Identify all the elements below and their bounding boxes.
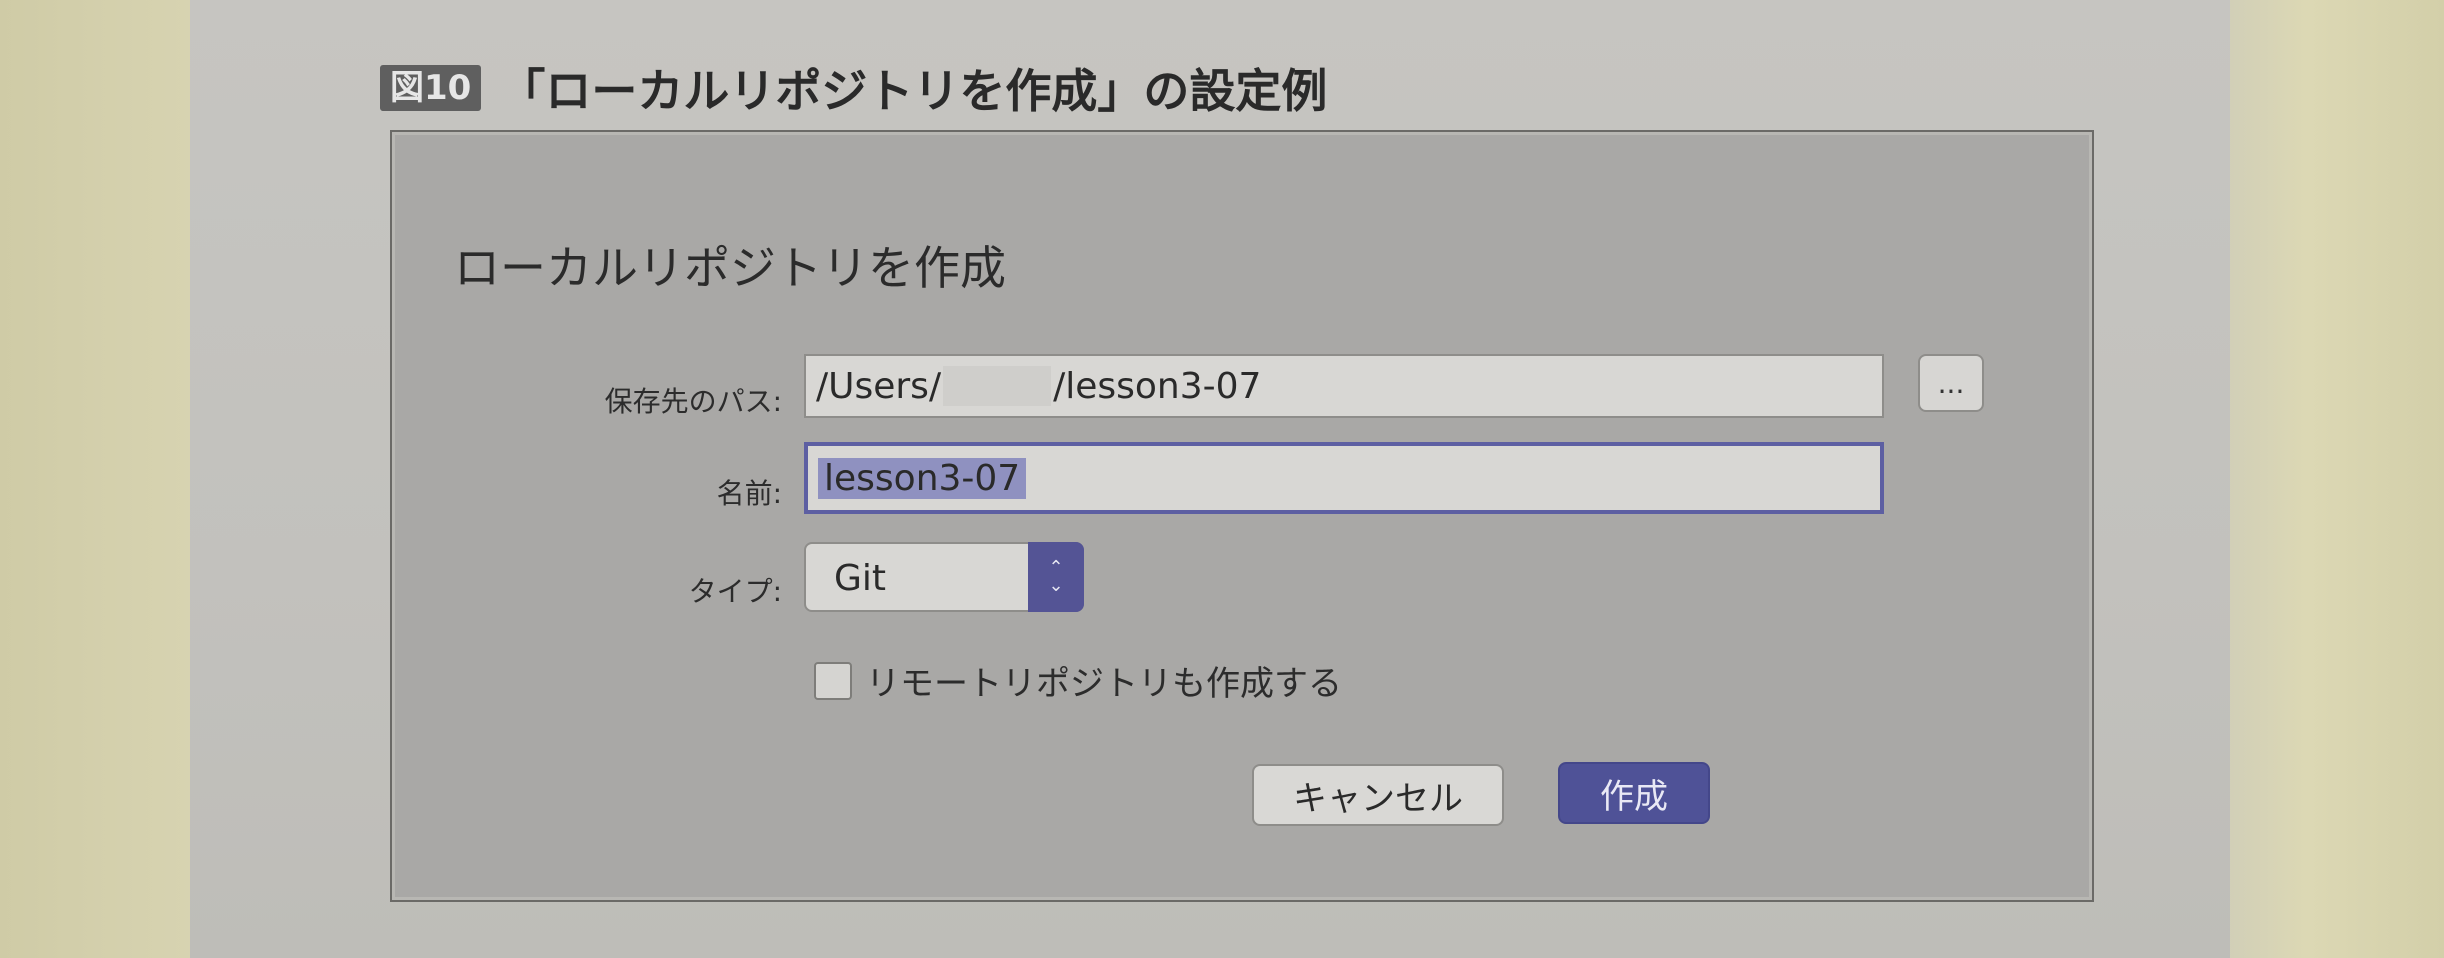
path-value-suffix: /lesson3-07	[1053, 365, 1262, 407]
up-down-chevron-icon: ⌃ ⌄	[1028, 542, 1084, 612]
name-input[interactable]: lesson3-07	[804, 442, 1884, 514]
figure-number-badge: 図10	[380, 65, 482, 111]
type-value: Git	[834, 558, 887, 599]
cancel-button[interactable]: キャンセル	[1252, 764, 1504, 826]
path-value-prefix: /Users/	[816, 365, 942, 407]
create-local-repository-dialog: ローカルリポジトリを作成 保存先のパス: /Users//lesson3-07 …	[390, 130, 2094, 902]
figure-caption-text: 「ローカルリポジトリを作成」の設定例	[499, 64, 1328, 118]
path-label: 保存先のパス:	[604, 385, 782, 418]
type-label: タイプ:	[688, 575, 782, 608]
figure-caption: 図10 「ローカルリポジトリを作成」の設定例	[380, 50, 1327, 126]
book-margin-right	[2214, 0, 2444, 958]
name-value: lesson3-07	[818, 457, 1027, 499]
type-select[interactable]: Git ⌃ ⌄	[804, 542, 1084, 612]
remote-repository-checkbox-label[interactable]: リモートリポジトリも作成する	[866, 656, 1342, 705]
browse-button[interactable]: ...	[1918, 354, 1984, 412]
dialog-title: ローカルリポジトリを作成	[454, 241, 1006, 295]
path-input[interactable]: /Users/ /lesson3-07	[804, 354, 1884, 418]
create-button[interactable]: 作成	[1558, 762, 1710, 824]
remote-repository-checkbox[interactable]	[814, 662, 852, 700]
name-label: 名前:	[716, 477, 782, 510]
redacted-username	[943, 366, 1052, 406]
